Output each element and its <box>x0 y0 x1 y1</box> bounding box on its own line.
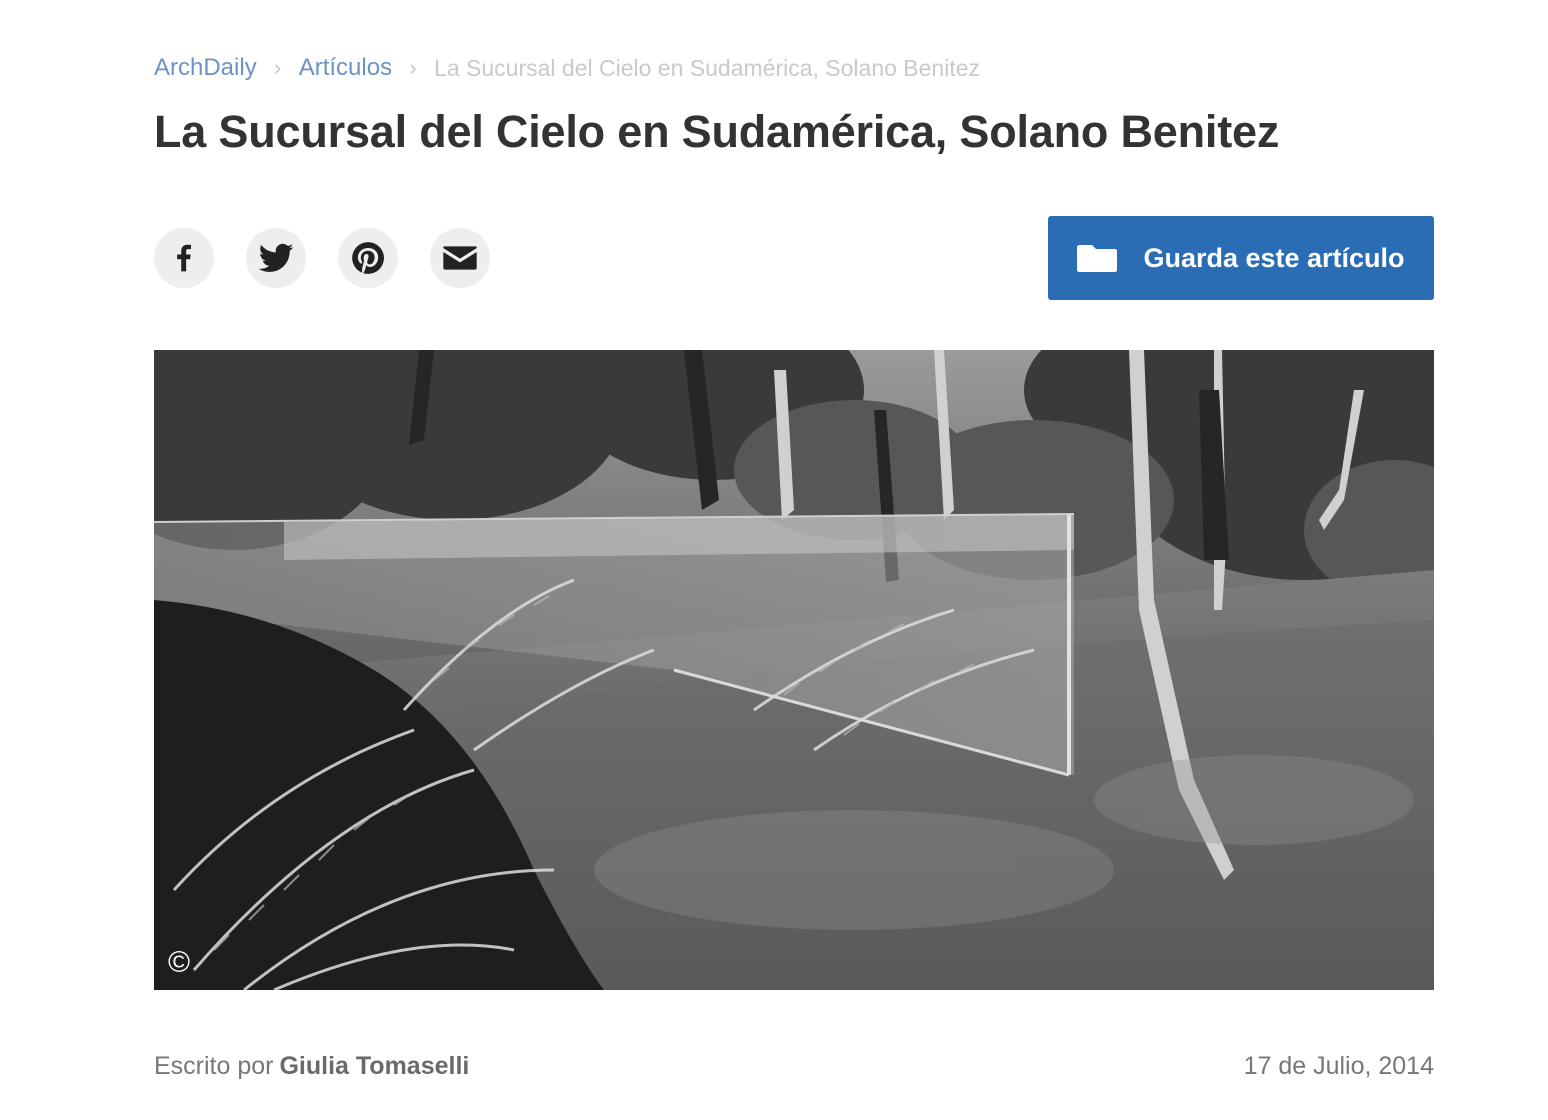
image-credit[interactable]: © <box>168 948 190 978</box>
share-buttons <box>154 228 490 288</box>
breadcrumb-separator: › <box>274 55 282 80</box>
share-facebook-button[interactable] <box>154 228 214 288</box>
hero-image: © <box>154 350 1434 990</box>
save-article-button[interactable]: Guarda este artículo <box>1048 216 1434 300</box>
byline-prefix: Escrito por <box>154 1052 274 1080</box>
byline: Escrito por Giulia Tomaselli <box>154 1052 469 1081</box>
article-page: ArchDaily › Artículos › La Sucursal del … <box>0 0 1548 1120</box>
breadcrumb: ArchDaily › Artículos › La Sucursal del … <box>154 52 980 84</box>
email-icon <box>443 246 477 270</box>
save-article-label: Guarda este artículo <box>1143 242 1405 273</box>
breadcrumb-separator: › <box>409 55 417 80</box>
share-twitter-button[interactable] <box>246 228 306 288</box>
publish-date: 17 de Julio, 2014 <box>1243 1052 1434 1080</box>
facebook-icon <box>177 244 191 272</box>
breadcrumb-articulos-link[interactable]: Artículos <box>299 54 392 82</box>
author-link[interactable]: Giulia Tomaselli <box>279 1052 469 1080</box>
hero-photo <box>154 350 1434 990</box>
twitter-icon <box>258 243 294 272</box>
share-pinterest-button[interactable] <box>338 228 398 288</box>
folder-icon <box>1077 245 1118 272</box>
breadcrumb-archdaily-link[interactable]: ArchDaily <box>154 54 257 82</box>
pinterest-icon <box>352 242 384 274</box>
share-email-button[interactable] <box>430 228 490 288</box>
breadcrumb-current: La Sucursal del Cielo en Sudamérica, Sol… <box>434 54 981 81</box>
page-title: La Sucursal del Cielo en Sudamérica, Sol… <box>154 106 1280 157</box>
